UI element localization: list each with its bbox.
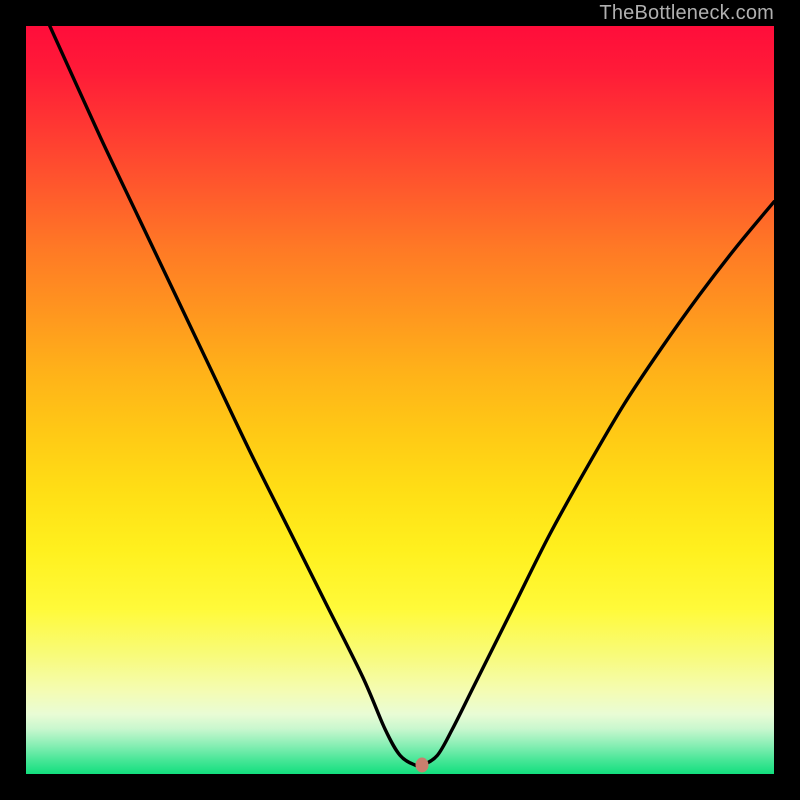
watermark-text: TheBottleneck.com (599, 2, 774, 25)
chart-frame: TheBottleneck.com (0, 0, 800, 800)
bottleneck-curve (26, 26, 774, 774)
plot-area (26, 26, 774, 774)
optimal-point-marker (416, 758, 429, 773)
